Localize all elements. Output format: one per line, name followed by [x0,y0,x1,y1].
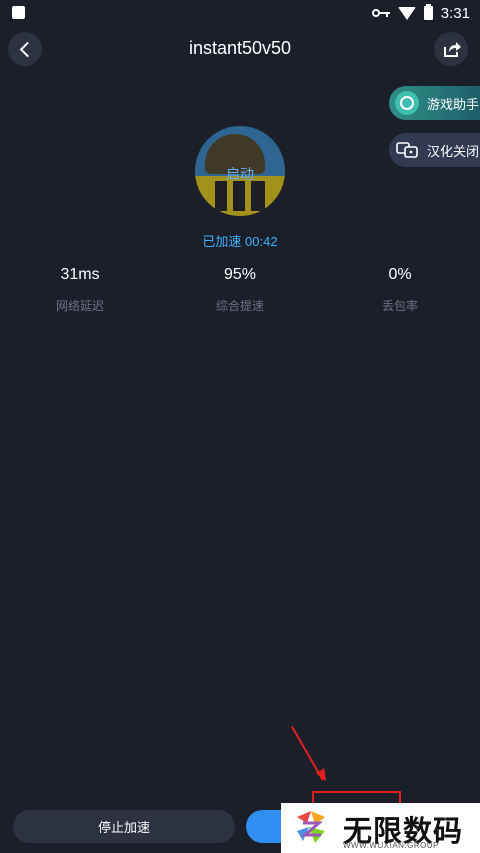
stat-label: 丢包率 [381,299,418,313]
stat-speedup: 95% 综合提速 [160,266,320,314]
watermark: 无限数码 WWW.WUXIAN.GROUP [281,803,480,853]
annotation-arrow-head [315,768,331,784]
wifi-icon [397,6,416,20]
stat-latency: 31ms 网络延迟 [0,266,160,314]
stat-label: 综合提速 [215,299,264,313]
game-assistant-button[interactable]: 游戏助手 [389,86,480,120]
stat-packet-loss: 0% 丢包率 [320,266,480,314]
acceleration-status: 已加速 00:42 [202,234,278,249]
game-assistant-label: 游戏助手 [427,96,480,112]
share-button[interactable] [434,32,468,66]
back-button[interactable] [8,32,42,66]
share-icon [444,42,461,57]
key-icon [371,7,390,19]
status-bar: 3:31 [0,0,480,26]
back-arrow-icon [19,41,36,57]
watermark-url: WWW.WUXIAN.GROUP [343,841,439,850]
watermark-logo-icon [297,811,325,843]
stop-acceleration-button[interactable]: 停止加速 [13,810,235,843]
game-icon-start-button[interactable]: 启动 [195,126,285,216]
stat-label: 网络延迟 [55,299,104,313]
game-assistant-icon [395,91,419,115]
stat-value: 95% [223,266,257,283]
start-game-label: 启动 [226,166,254,182]
stat-value: 31ms [60,266,100,283]
translation-toggle-button[interactable]: 汉化关闭 [389,133,480,167]
stat-value: 0% [388,266,412,283]
status-time: 3:31 [440,4,470,22]
page-title: instant50v50 [188,38,292,58]
battery-icon [423,4,433,20]
header: instant50v50 [0,28,480,72]
status-icons: 3:31 [371,3,470,23]
translate-icon [395,138,419,162]
translation-toggle-label: 汉化关闭 [427,143,480,159]
notification-icon [12,6,25,19]
